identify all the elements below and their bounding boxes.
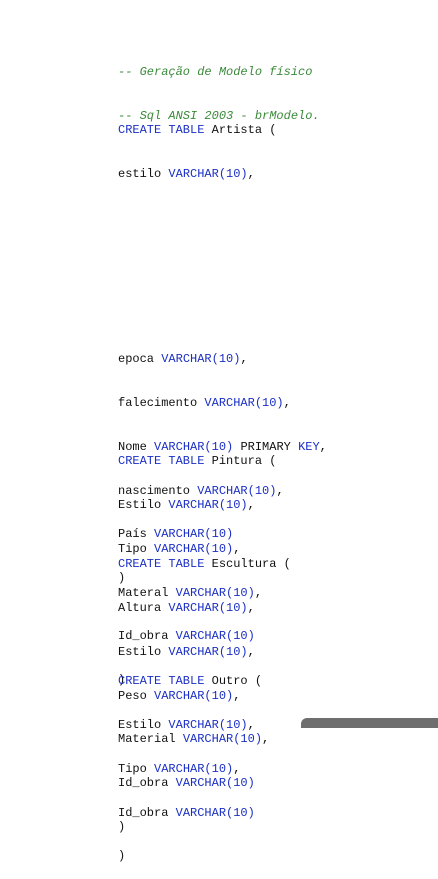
column-name: Estilo [118, 497, 162, 512]
key-keyword: KEY [298, 439, 320, 454]
comma: , [247, 717, 255, 732]
table-name-pintura: Pintura [211, 454, 263, 469]
create-artista-line: CREATE TABLE Artista ( [118, 123, 276, 138]
create-escultura-line: CREATE TABLE Escultura ( [118, 557, 291, 572]
table-name-artista: Artista [211, 123, 263, 138]
comma: , [233, 761, 241, 776]
comma: , [247, 166, 255, 181]
column-name: epoca [118, 352, 155, 367]
column-name: falecimento [118, 395, 198, 410]
create-outro-line: CREATE TABLE Outro ( [118, 674, 262, 689]
table-name-escultura: Escultura [211, 557, 277, 572]
column-estilo: estilo VARCHAR(10), [118, 167, 276, 182]
comma: , [240, 352, 248, 367]
type-keyword: VARCHAR(10) [204, 395, 284, 410]
column-name: estilo [118, 166, 162, 181]
column-estilo: Estilo VARCHAR(10), [118, 718, 262, 733]
comma: , [319, 439, 327, 454]
close-paren: ) [118, 849, 126, 864]
comma: , [262, 732, 270, 747]
type-keyword: VARCHAR(10) [168, 600, 248, 615]
column-epoca: epoca VARCHAR(10), [118, 352, 327, 367]
column-name: Id_obra [118, 805, 169, 820]
type-keyword: VARCHAR(10) [154, 761, 234, 776]
table-name-outro: Outro [211, 674, 248, 689]
comma: , [247, 600, 255, 615]
table-outro: CREATE TABLE Outro ( Estilo VARCHAR(10),… [118, 645, 262, 879]
type-keyword: VARCHAR(10) [161, 352, 241, 367]
comma: , [247, 497, 255, 512]
scrollbar-thumb[interactable] [301, 718, 438, 728]
column-tipo: Tipo VARCHAR(10), [118, 762, 262, 777]
create-table-keyword: CREATE TABLE [118, 557, 205, 572]
type-keyword: VARCHAR(10) [168, 497, 248, 512]
open-paren: ( [262, 123, 277, 138]
comma: , [276, 483, 284, 498]
column-altura: Altura VARCHAR(10), [118, 601, 291, 616]
create-table-keyword: CREATE TABLE [118, 454, 205, 469]
column-name: Altura [118, 600, 162, 615]
column-name: Tipo [118, 761, 147, 776]
create-table-keyword: CREATE TABLE [118, 123, 205, 138]
column-estilo: Estilo VARCHAR(10), [118, 498, 276, 513]
comma: , [283, 395, 291, 410]
column-name: Estilo [118, 717, 162, 732]
type-keyword: VARCHAR(10) [168, 717, 248, 732]
create-pintura-line: CREATE TABLE Pintura ( [118, 454, 276, 469]
column-falecimento: falecimento VARCHAR(10), [118, 396, 327, 411]
open-paren: ( [262, 454, 277, 469]
create-table-keyword: CREATE TABLE [118, 674, 205, 689]
type-keyword: VARCHAR(10) [168, 166, 248, 181]
open-paren: ( [276, 557, 291, 572]
column-id-obra: Id_obra VARCHAR(10) [118, 806, 262, 821]
comment-line-1: -- Geração de Modelo físico [118, 65, 313, 80]
open-paren: ( [247, 674, 263, 689]
type-keyword: VARCHAR(10) [175, 805, 255, 820]
table-artista-start: CREATE TABLE Artista ( estilo VARCHAR(10… [118, 94, 276, 196]
